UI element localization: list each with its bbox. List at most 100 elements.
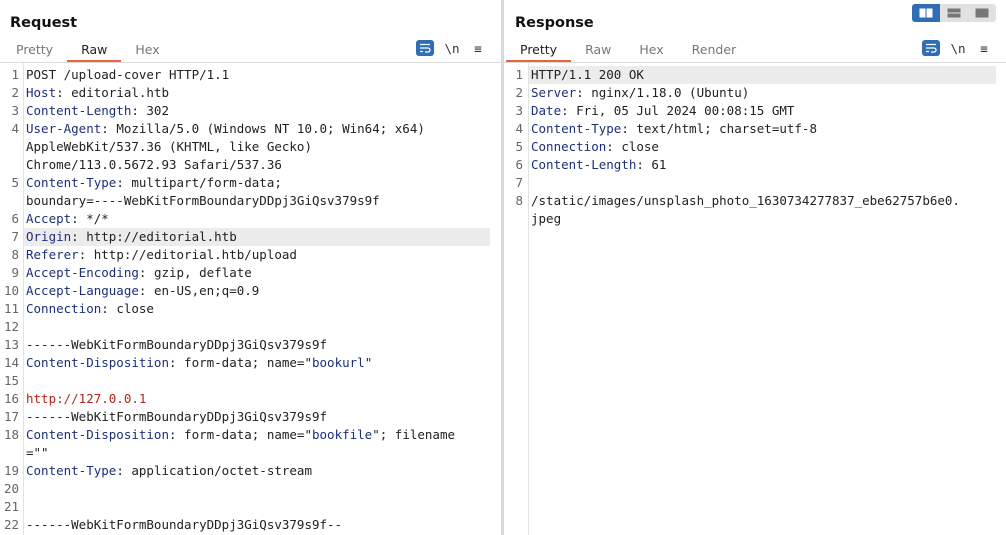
- line-number: 6: [515, 157, 523, 172]
- line-content: Accept-Language: en-US,en;q=0.9: [26, 282, 259, 300]
- code-line[interactable]: 3 Content-Length: 302: [0, 102, 501, 120]
- request-wrap-lines-button[interactable]: [416, 40, 434, 56]
- layout-stacked-button[interactable]: [940, 4, 968, 22]
- line-number: 4: [11, 121, 19, 136]
- code-line[interactable]: 6 Content-Length: 61: [504, 156, 1006, 174]
- line-number: 18: [3, 427, 19, 442]
- line-number: 17: [3, 409, 19, 424]
- line-content: Content-Type: application/octet-stream: [26, 462, 312, 480]
- code-line[interactable]: 5 Connection: close: [504, 138, 1006, 156]
- request-tabs: Pretty Raw Hex: [2, 40, 174, 62]
- code-line[interactable]: boundary=----WebKitFormBoundaryDDpj3GiQs…: [0, 192, 501, 210]
- line-content: Content-Type: multipart/form-data;: [26, 174, 282, 192]
- request-title: Request: [10, 15, 78, 31]
- line-number: 21: [3, 499, 19, 514]
- response-wrap-lines-button[interactable]: [922, 40, 940, 56]
- code-line[interactable]: 17 ------WebKitFormBoundaryDDpj3GiQsv379s…: [0, 408, 501, 426]
- response-title: Response: [515, 15, 594, 31]
- code-line[interactable]: 8 Referer: http://editorial.htb/upload: [0, 246, 501, 264]
- header-name: Content-Disposition: [26, 355, 169, 370]
- request-tab-raw[interactable]: Raw: [67, 40, 122, 62]
- code-line[interactable]: Chrome/113.0.5672.93 Safari/537.36: [0, 156, 501, 174]
- text-segment: Chrome/113.0.5672.93 Safari/537.36: [26, 157, 282, 172]
- line-number: 3: [515, 103, 523, 118]
- text-segment: HTTP/1.1 200 OK: [531, 67, 644, 82]
- request-toolbar: \n ≡: [416, 40, 486, 56]
- request-tab-hex[interactable]: Hex: [121, 40, 173, 62]
- code-line[interactable]: 4 Content-Type: text/html; charset=utf-8: [504, 120, 1006, 138]
- code-line[interactable]: 2 Server: nginx/1.18.0 (Ubuntu): [504, 84, 1006, 102]
- header-name: Referer: [26, 247, 79, 262]
- text-segment: : form-data; name=": [169, 427, 312, 442]
- code-line[interactable]: 13 ------WebKitFormBoundaryDDpj3GiQsv379s…: [0, 336, 501, 354]
- response-editor[interactable]: 1 HTTP/1.1 200 OK 2 Server: nginx/1.18.0 (U…: [504, 63, 1006, 535]
- header-name: Content-Length: [531, 157, 637, 172]
- code-line[interactable]: 18 Content-Disposition: form-data; name="…: [0, 426, 501, 444]
- layout-toggle: [912, 4, 996, 22]
- rows-icon: [947, 8, 961, 18]
- line-number: 20: [3, 481, 19, 496]
- text-segment: AppleWebKit/537.36 (KHTML, like Gecko): [26, 139, 312, 154]
- code-line[interactable]: 7 Origin: http://editorial.htb: [11, 228, 490, 246]
- code-line[interactable]: 4 User-Agent: Mozilla/5.0 (Windows NT 10.…: [0, 120, 501, 138]
- line-content: Connection: close: [531, 138, 659, 156]
- code-line[interactable]: 1 POST /upload-cover HTTP/1.1: [0, 66, 501, 84]
- response-tab-raw[interactable]: Raw: [571, 40, 625, 62]
- header-name: Connection: [531, 139, 607, 154]
- line-number: 1: [515, 67, 523, 82]
- code-line[interactable]: ="": [0, 444, 501, 462]
- line-number: 16: [3, 391, 19, 406]
- code-line[interactable]: jpeg: [504, 210, 1006, 228]
- line-number: 7: [515, 175, 523, 190]
- line-number: 5: [11, 175, 19, 190]
- code-line[interactable]: 3 Date: Fri, 05 Jul 2024 00:08:15 GMT: [504, 102, 1006, 120]
- line-content: Content-Disposition: form-data; name="bo…: [26, 426, 455, 444]
- request-show-newlines-button[interactable]: \n: [444, 41, 460, 56]
- response-show-newlines-button[interactable]: \n: [950, 41, 966, 56]
- code-line[interactable]: 11 Connection: close: [0, 300, 501, 318]
- code-line[interactable]: 10 Accept-Language: en-US,en;q=0.9: [0, 282, 501, 300]
- response-tab-render[interactable]: Render: [678, 40, 751, 62]
- code-line[interactable]: 7: [504, 174, 1006, 192]
- line-number: 8: [11, 247, 19, 262]
- code-line[interactable]: 5 Content-Type: multipart/form-data;: [0, 174, 501, 192]
- code-line[interactable]: 22 ------WebKitFormBoundaryDDpj3GiQsv379s…: [0, 516, 501, 534]
- response-menu-button[interactable]: ≡: [976, 41, 992, 56]
- text-segment: : en-US,en;q=0.9: [138, 283, 260, 298]
- code-line[interactable]: 21: [0, 498, 501, 516]
- code-line[interactable]: 1 HTTP/1.1 200 OK: [515, 66, 996, 84]
- layout-single-button[interactable]: [968, 4, 996, 22]
- line-number: 4: [515, 121, 523, 136]
- text-segment: : http://editorial.htb/upload: [78, 247, 297, 262]
- response-tab-hex[interactable]: Hex: [625, 40, 677, 62]
- code-line[interactable]: 14 Content-Disposition: form-data; name="…: [0, 354, 501, 372]
- response-pane: Response Pretty Raw Hex Render \n ≡ 1 HT…: [504, 0, 1006, 535]
- header-name: Content-Type: [531, 121, 622, 136]
- code-line[interactable]: 12: [0, 318, 501, 336]
- code-line[interactable]: 9 Accept-Encoding: gzip, deflate: [0, 264, 501, 282]
- request-menu-button[interactable]: ≡: [470, 41, 486, 56]
- text-segment: ="": [26, 445, 49, 460]
- response-tab-pretty[interactable]: Pretty: [506, 40, 572, 62]
- header-name: Accept-Encoding: [26, 265, 139, 280]
- text-segment: : form-data; name=": [169, 355, 312, 370]
- code-line[interactable]: 20: [0, 480, 501, 498]
- header-name: Content-Disposition: [26, 427, 169, 442]
- code-line[interactable]: 15: [0, 372, 501, 390]
- line-number: 12: [3, 319, 19, 334]
- line-content: ------WebKitFormBoundaryDDpj3GiQsv379s9f…: [26, 516, 342, 534]
- code-line[interactable]: 2 Host: editorial.htb: [0, 84, 501, 102]
- code-line[interactable]: 19 Content-Type: application/octet-stream: [0, 462, 501, 480]
- request-editor[interactable]: 1 POST /upload-cover HTTP/1.1 2 Host: edito…: [0, 63, 501, 535]
- url-value: http://127.0.0.1: [26, 391, 147, 406]
- code-line[interactable]: 8/static/images/unsplash_photo_163073427…: [504, 192, 1006, 210]
- code-line[interactable]: 6 Accept: */*: [0, 210, 501, 228]
- columns-icon: [919, 8, 933, 18]
- request-tab-pretty[interactable]: Pretty: [2, 40, 67, 62]
- line-number: 9: [11, 265, 19, 280]
- layout-side-by-side-button[interactable]: [912, 4, 940, 22]
- code-line[interactable]: 16 http://127.0.0.1: [0, 390, 501, 408]
- line-content: /static/images/unsplash_photo_1630734277…: [531, 192, 960, 210]
- code-line[interactable]: AppleWebKit/537.36 (KHTML, like Gecko): [0, 138, 501, 156]
- wrap-lines-icon: [926, 43, 937, 53]
